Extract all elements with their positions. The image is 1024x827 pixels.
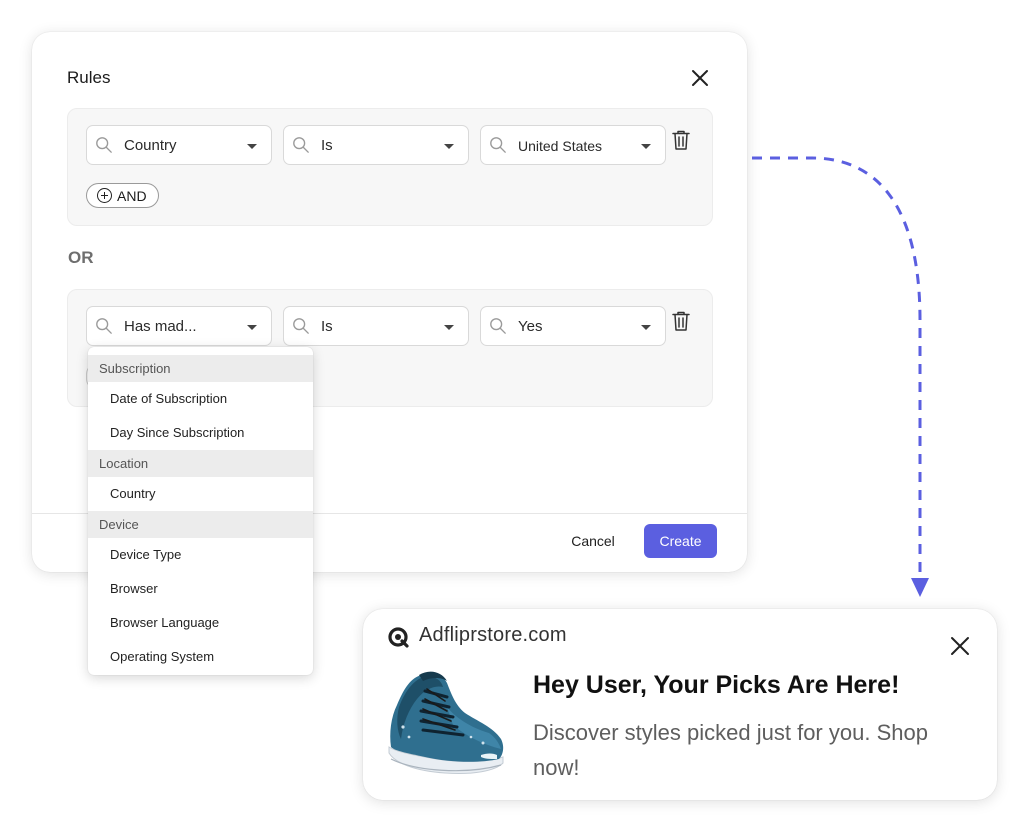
rule-group-1: Country Is United States AND (67, 108, 713, 226)
caret-down-icon (641, 144, 651, 149)
dropdown-item[interactable]: Browser Language (88, 606, 313, 640)
search-icon (490, 137, 506, 153)
brand-logo-icon (388, 627, 409, 648)
plus-circle-icon (97, 188, 112, 203)
dropdown-item[interactable]: Browser (88, 572, 313, 606)
field-select-value: Has mad... (124, 318, 197, 335)
dropdown-item[interactable]: Operating System (88, 640, 313, 674)
dropdown-item[interactable]: Date of Subscription (88, 382, 313, 416)
caret-down-icon (247, 144, 257, 149)
operator-select[interactable]: Is (283, 125, 469, 165)
trash-icon[interactable] (671, 310, 691, 332)
search-icon (96, 137, 112, 153)
field-select[interactable]: Has mad... (86, 306, 272, 346)
caret-down-icon (444, 325, 454, 330)
create-button[interactable]: Create (644, 524, 717, 558)
field-select-value: Country (124, 137, 177, 154)
notification-title: Hey User, Your Picks Are Here! (533, 671, 900, 699)
add-and-label: AND (117, 187, 147, 204)
search-icon (293, 318, 309, 334)
caret-down-icon (641, 325, 651, 330)
notification-body: Discover styles picked just for you. Sho… (533, 720, 928, 780)
close-icon[interactable] (688, 66, 712, 90)
search-icon (96, 318, 112, 334)
brand-name: Adfliprstore.com (419, 624, 567, 646)
dropdown-padding (88, 347, 313, 355)
modal-title: Rules (67, 68, 111, 87)
add-and-button[interactable]: AND (86, 183, 159, 208)
value-select-value: Yes (518, 318, 543, 335)
caret-down-icon (247, 325, 257, 330)
search-icon (490, 318, 506, 334)
dropdown-item[interactable]: Country (88, 477, 313, 511)
operator-select-value: Is (321, 318, 333, 335)
caret-down-icon (444, 144, 454, 149)
dropdown-item[interactable]: Device Type (88, 538, 313, 572)
operator-select[interactable]: Is (283, 306, 469, 346)
field-select[interactable]: Country (86, 125, 272, 165)
value-select-value: United States (518, 138, 603, 154)
field-dropdown: Subscription Date of Subscription Day Si… (88, 347, 313, 675)
close-icon[interactable] (949, 635, 971, 657)
value-select[interactable]: Yes (480, 306, 666, 346)
search-icon (293, 137, 309, 153)
operator-select-value: Is (321, 137, 333, 154)
trash-icon[interactable] (671, 129, 691, 151)
value-select[interactable]: United States (480, 125, 666, 165)
cancel-button[interactable]: Cancel (560, 524, 626, 558)
or-label: OR (68, 248, 94, 267)
arrowhead-icon (911, 578, 929, 597)
dropdown-item[interactable]: Day Since Subscription (88, 416, 313, 450)
dropdown-group-header: Device (88, 511, 313, 538)
push-notification[interactable]: Adfliprstore.com Hey User, Your Picks Ar… (363, 609, 997, 800)
sneaker-image (385, 667, 505, 785)
dropdown-group-header: Location (88, 450, 313, 477)
dropdown-group-header: Subscription (88, 355, 313, 382)
